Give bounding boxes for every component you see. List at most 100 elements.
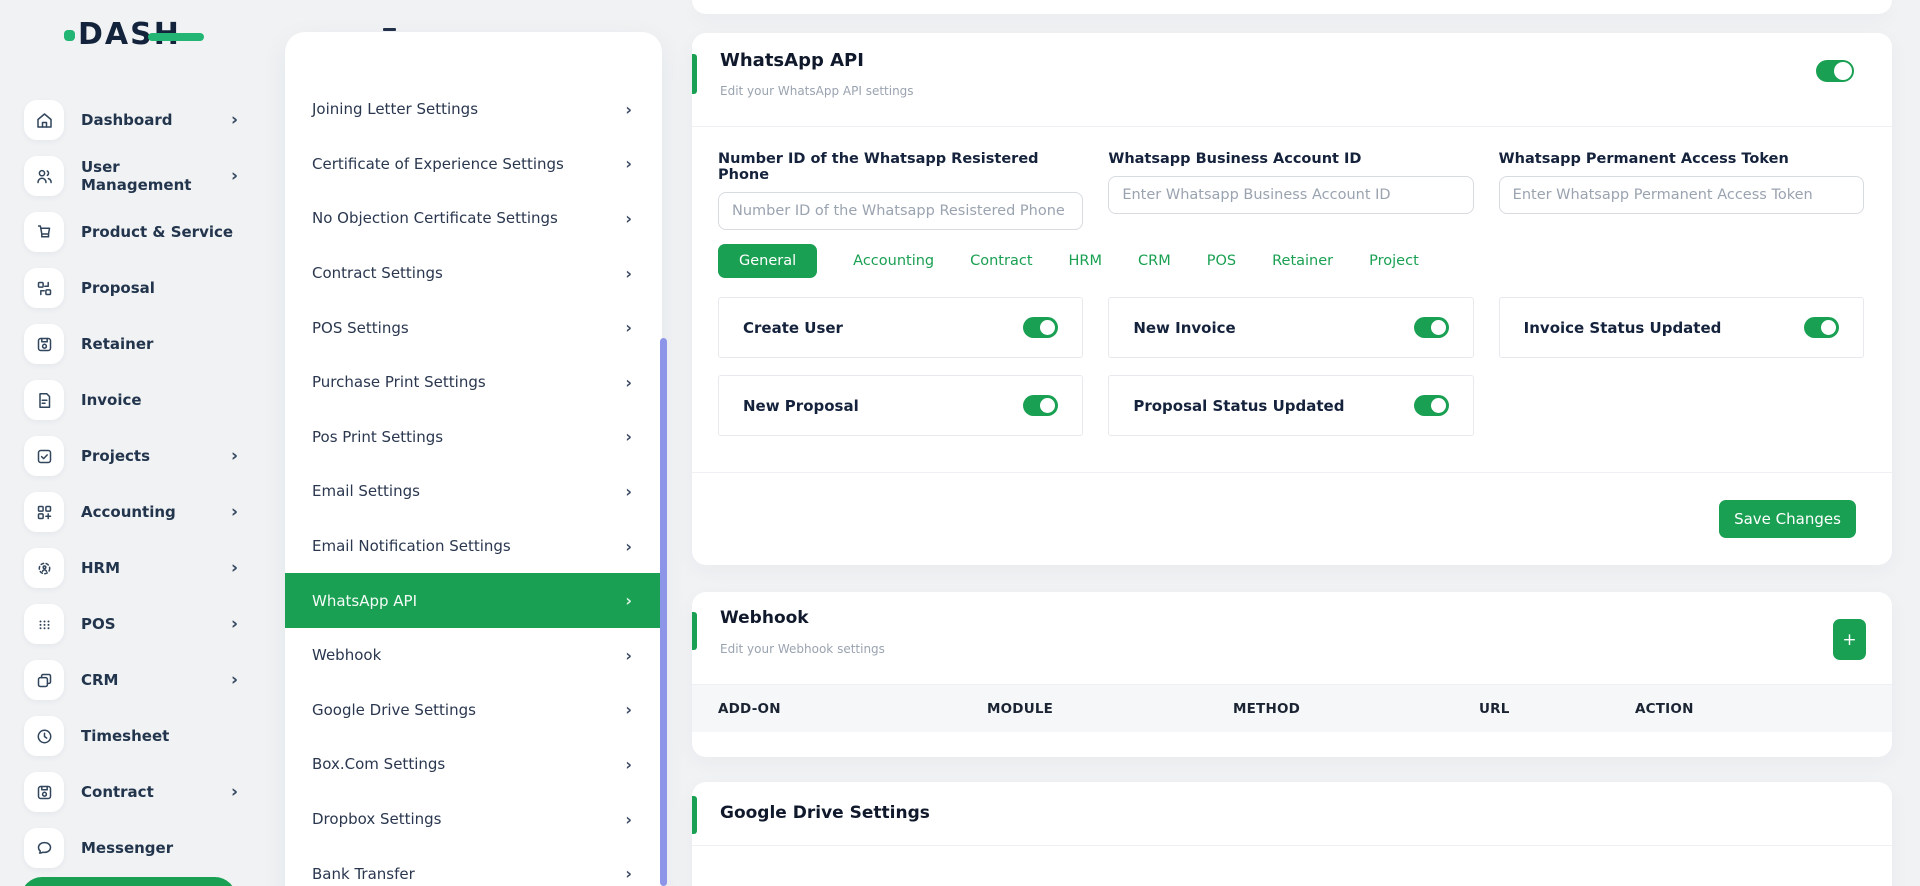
new-invoice-toggle[interactable] bbox=[1414, 317, 1449, 338]
chevron-right-icon: › bbox=[625, 100, 632, 119]
sidebar-item-label: Invoice bbox=[81, 391, 142, 409]
column-header-action: ACTION bbox=[1635, 701, 1694, 717]
chevron-right-icon: › bbox=[625, 700, 632, 719]
card-subtitle: Edit your WhatsApp API settings bbox=[720, 84, 914, 98]
tab-accounting[interactable]: Accounting bbox=[853, 253, 934, 269]
settings-item-label: Email Notification Settings bbox=[312, 537, 511, 555]
settings-item-label: Bank Transfer bbox=[312, 865, 415, 883]
settings-item-label: WhatsApp API bbox=[312, 592, 417, 610]
settings-item-label: Email Settings bbox=[312, 482, 420, 500]
whatsapp-api-card: WhatsApp API Edit your WhatsApp API sett… bbox=[692, 33, 1892, 565]
settings-item-webhook[interactable]: Webhook› bbox=[285, 628, 662, 683]
whatsapp-enabled-toggle[interactable] bbox=[1816, 60, 1854, 82]
toggle-row-new-proposal: New Proposal bbox=[718, 375, 1083, 436]
logo-green-bar bbox=[148, 33, 204, 41]
tab-general[interactable]: General bbox=[718, 244, 817, 278]
tab-contract[interactable]: Contract bbox=[970, 253, 1032, 269]
card-title: Webhook bbox=[720, 608, 809, 628]
sidebar-item-label: HRM bbox=[81, 559, 120, 577]
field-label: Whatsapp Business Account ID bbox=[1108, 151, 1473, 167]
save-changes-button[interactable]: Save Changes bbox=[1719, 500, 1856, 538]
sidebar-item-messenger[interactable]: Messenger bbox=[0, 820, 268, 876]
sidebar-bottom-button[interactable] bbox=[21, 877, 236, 886]
previous-card-bottom-edge bbox=[692, 0, 1892, 14]
settings-item-pos-settings[interactable]: POS Settings› bbox=[285, 300, 662, 355]
chevron-right-icon: › bbox=[625, 154, 632, 173]
google-drive-card-header: Google Drive Settings bbox=[692, 782, 1892, 846]
sidebar-item-retainer[interactable]: Retainer bbox=[0, 316, 268, 372]
settings-item-dropbox[interactable]: Dropbox Settings› bbox=[285, 792, 662, 847]
settings-item-joining-letter[interactable]: Joining Letter Settings› bbox=[285, 82, 662, 137]
settings-item-certificate-of-experience[interactable]: Certificate of Experience Settings › bbox=[285, 137, 662, 192]
sidebar-item-contract[interactable]: Contract › bbox=[0, 764, 268, 820]
toggle-label: New Proposal bbox=[743, 397, 859, 415]
business-account-id-input[interactable] bbox=[1108, 176, 1473, 214]
proposal-status-updated-toggle[interactable] bbox=[1414, 395, 1449, 416]
settings-item-email-notification[interactable]: Email Notification Settings› bbox=[285, 519, 662, 574]
sidebar-item-label: Contract bbox=[81, 783, 154, 801]
card-accent-bar bbox=[692, 796, 697, 834]
sidebar-item-accounting[interactable]: Accounting › bbox=[0, 484, 268, 540]
settings-item-contract-settings[interactable]: Contract Settings› bbox=[285, 246, 662, 301]
create-user-toggle[interactable] bbox=[1023, 317, 1058, 338]
settings-item-label: POS Settings bbox=[312, 319, 409, 337]
settings-item-label: Dropbox Settings bbox=[312, 810, 442, 828]
users-icon bbox=[24, 156, 64, 196]
sidebar-item-projects[interactable]: Projects › bbox=[0, 428, 268, 484]
chevron-right-icon: › bbox=[625, 864, 632, 883]
settings-panel-scrollbar[interactable] bbox=[660, 338, 667, 886]
sidebar-item-user-management[interactable]: User Management › bbox=[0, 148, 268, 204]
invoice-status-updated-toggle[interactable] bbox=[1804, 317, 1839, 338]
settings-item-label: Certificate of Experience Settings bbox=[312, 155, 564, 173]
chevron-right-icon: › bbox=[231, 672, 238, 689]
retainer-icon bbox=[24, 324, 64, 364]
sidebar-item-label: POS bbox=[81, 615, 116, 633]
settings-item-google-drive[interactable]: Google Drive Settings › bbox=[285, 683, 662, 738]
card-title: WhatsApp API bbox=[720, 50, 864, 71]
settings-item-bank-transfer[interactable]: Bank Transfer › bbox=[285, 846, 662, 886]
toggle-row-create-user: Create User bbox=[718, 297, 1083, 358]
sidebar-item-proposal[interactable]: Proposal bbox=[0, 260, 268, 316]
chevron-right-icon: › bbox=[625, 755, 632, 774]
webhook-card-header: Webhook Edit your Webhook settings + bbox=[692, 592, 1892, 685]
settings-item-email-settings[interactable]: Email Settings› bbox=[285, 464, 662, 519]
sidebar-item-dashboard[interactable]: Dashboard › bbox=[0, 92, 268, 148]
settings-item-no-objection-certificate[interactable]: No Objection Certificate Settings› bbox=[285, 191, 662, 246]
whatsapp-notification-toggles: Create User New Invoice Invoice Status U… bbox=[718, 297, 1864, 436]
number-id-input[interactable] bbox=[718, 192, 1083, 230]
sidebar-item-hrm[interactable]: HRM › bbox=[0, 540, 268, 596]
sidebar-item-label: Dashboard bbox=[81, 111, 172, 129]
tab-crm[interactable]: CRM bbox=[1138, 253, 1171, 269]
toggle-knob bbox=[1431, 320, 1446, 335]
settings-item-box-com[interactable]: Box.Com Settings› bbox=[285, 737, 662, 792]
sidebar-item-crm[interactable]: CRM › bbox=[0, 652, 268, 708]
access-token-input[interactable] bbox=[1499, 176, 1864, 214]
settings-item-pos-print[interactable]: Pos Print Settings› bbox=[285, 410, 662, 465]
whatsapp-module-tabs: General Accounting Contract HRM CRM POS … bbox=[718, 244, 1419, 278]
sidebar-item-product-service[interactable]: Product & Service bbox=[0, 204, 268, 260]
cart-icon bbox=[24, 212, 64, 252]
sidebar-item-pos[interactable]: POS › bbox=[0, 596, 268, 652]
column-header-module: MODULE bbox=[987, 701, 1053, 717]
add-webhook-button[interactable]: + bbox=[1833, 619, 1866, 660]
toggle-label: Invoice Status Updated bbox=[1524, 319, 1722, 337]
brand-logo[interactable]: DASH bbox=[64, 16, 181, 54]
settings-item-whatsapp-api[interactable]: WhatsApp API› bbox=[285, 573, 662, 628]
settings-item-purchase-print[interactable]: Purchase Print Settings› bbox=[285, 355, 662, 410]
tab-project[interactable]: Project bbox=[1369, 253, 1419, 269]
tab-pos[interactable]: POS bbox=[1207, 253, 1236, 269]
chevron-right-icon: › bbox=[625, 373, 632, 392]
sidebar-item-invoice[interactable]: Invoice bbox=[0, 372, 268, 428]
toggle-row-new-invoice: New Invoice bbox=[1108, 297, 1473, 358]
settings-item-label: Google Drive Settings bbox=[312, 701, 476, 719]
tab-retainer[interactable]: Retainer bbox=[1272, 253, 1333, 269]
sidebar-item-label: User Management bbox=[81, 158, 231, 194]
tab-hrm[interactable]: HRM bbox=[1069, 253, 1103, 269]
sidebar-item-timesheet[interactable]: Timesheet bbox=[0, 708, 268, 764]
toggle-knob bbox=[1431, 398, 1446, 413]
new-proposal-toggle[interactable] bbox=[1023, 395, 1058, 416]
settings-item-label: Webhook bbox=[312, 646, 381, 664]
chevron-right-icon: › bbox=[625, 264, 632, 283]
toggle-label: Create User bbox=[743, 319, 843, 337]
toggle-label: Proposal Status Updated bbox=[1133, 397, 1344, 415]
